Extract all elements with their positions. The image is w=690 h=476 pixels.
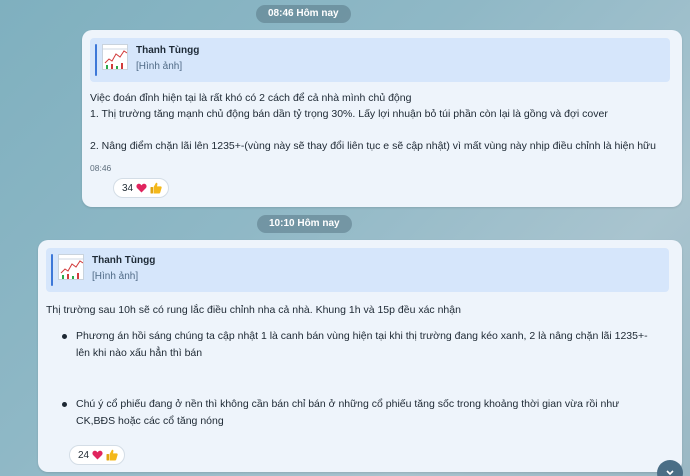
message-line: 2. Nâng điểm chặn lãi lên 1235+-(vùng nà… (90, 140, 656, 152)
chevron-down-icon (666, 470, 674, 476)
heart-icon (136, 183, 147, 193)
quote-subtitle: [Hình ảnh] (92, 271, 139, 282)
bullet-list: Phương án hồi sáng chúng ta cập nhật 1 l… (60, 328, 648, 362)
message-time: 08:46 (90, 163, 112, 173)
quote-accent-bar (95, 44, 97, 76)
bullet-dot (62, 402, 67, 407)
reply-quote[interactable]: Thanh Tùngg [Hình ảnh] (46, 248, 669, 292)
quote-accent-bar (51, 254, 53, 286)
quote-author: Thanh Tùngg (92, 255, 156, 266)
image-thumbnail[interactable] (102, 44, 128, 70)
quote-subtitle: [Hình ảnh] (136, 61, 183, 72)
bullet-line: Chú ý cổ phiếu đang ở nền thì không cần … (76, 398, 620, 410)
chart-thumbnail-icon (59, 255, 83, 279)
message-bubble[interactable]: Thanh Tùngg [Hình ảnh] Thị trường sau 10… (38, 240, 682, 472)
quote-author: Thanh Tùngg (136, 45, 200, 56)
bullet-line: lên khi nào xấu hẳn thì bán (76, 347, 203, 359)
date-separator: 08:46 Hôm nay (256, 5, 351, 23)
reaction-summary[interactable]: 34 (113, 178, 170, 198)
bullet-line: Phương án hồi sáng chúng ta cập nhật 1 l… (76, 330, 648, 342)
chart-thumbnail-icon (103, 45, 127, 69)
message-line: 1. Thị trường tăng mạnh chủ động bán dần… (90, 108, 608, 120)
message-bubble[interactable]: Thanh Tùngg [Hình ảnh] Việc đoán đỉnh hi… (82, 30, 682, 207)
bullet-line: CK,BĐS hoặc các cổ tăng nóng (76, 415, 224, 427)
message-intro: Thị trường sau 10h sẽ có rung lắc điều c… (46, 304, 461, 316)
message-line: Việc đoán đỉnh hiện tại là rất khó có 2 … (90, 92, 412, 104)
reply-quote[interactable]: Thanh Tùngg [Hình ảnh] (90, 38, 670, 82)
bullet-list: Chú ý cổ phiếu đang ở nền thì không cần … (60, 396, 619, 430)
bullet-dot (62, 334, 67, 339)
list-item: Phương án hồi sáng chúng ta cập nhật 1 l… (60, 328, 648, 362)
date-separator: 10:10 Hôm nay (257, 215, 352, 233)
thumbs-up-icon (106, 449, 118, 461)
heart-icon (92, 450, 103, 460)
list-item: Chú ý cổ phiếu đang ở nền thì không cần … (60, 396, 619, 430)
reaction-count: 24 (78, 449, 90, 461)
reaction-count: 34 (122, 182, 134, 194)
thumbs-up-icon (150, 182, 162, 194)
reaction-summary[interactable]: 24 (69, 445, 126, 465)
image-thumbnail[interactable] (58, 254, 84, 280)
